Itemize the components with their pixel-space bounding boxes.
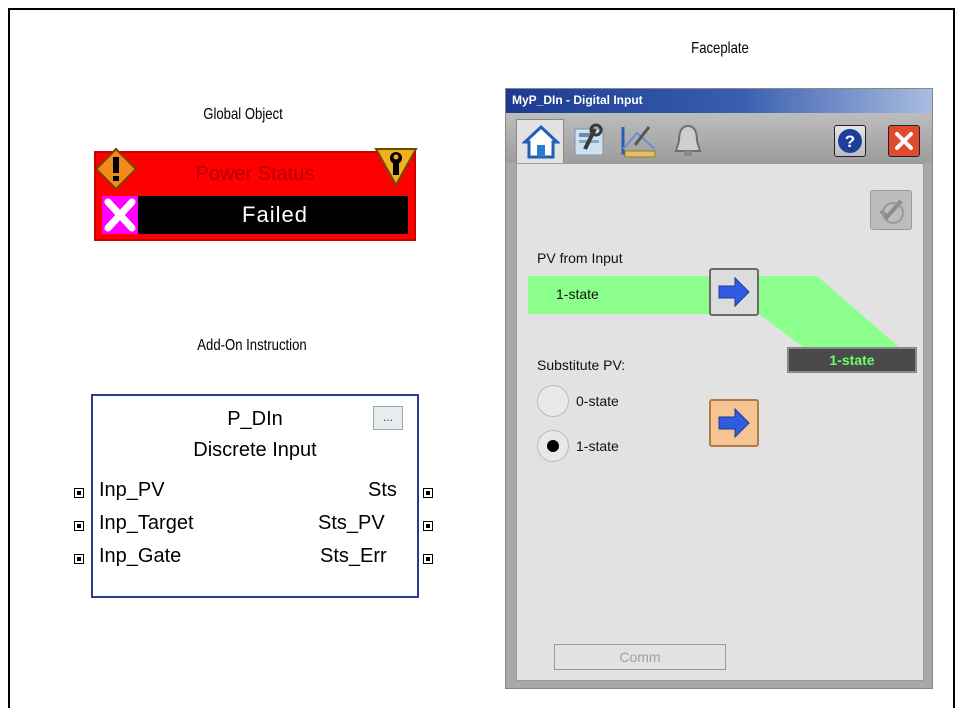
tab-engineering[interactable]: [619, 123, 657, 159]
arrow-right-icon: [718, 276, 750, 308]
aoi-input-pin[interactable]: Inp_Target: [99, 512, 194, 535]
aoi-output-pin[interactable]: Sts: [368, 479, 397, 502]
engineering-edit-icon: [621, 126, 656, 158]
tab-home[interactable]: [516, 119, 564, 165]
aoi-input-pin[interactable]: Inp_PV: [99, 479, 165, 502]
home-icon: [522, 124, 560, 159]
pv-input-bar: 1-state: [528, 276, 713, 314]
global-object-display[interactable]: Power Status Failed: [94, 147, 418, 241]
svg-text:?: ?: [845, 132, 855, 151]
failed-x-icon: [102, 196, 138, 234]
maintenance-wrench-icon: [374, 148, 418, 187]
radio-1-state[interactable]: [537, 430, 569, 462]
faceplate-title: MyP_DIn - Digital Input: [512, 93, 643, 107]
close-button[interactable]: [888, 125, 920, 157]
global-object-title: Power Status: [195, 163, 315, 185]
radio-0-state[interactable]: [537, 385, 569, 417]
arrow-right-icon: [718, 407, 750, 439]
global-object-value-field: Failed: [102, 196, 408, 234]
pv-input-value: 1-state: [556, 286, 599, 302]
hand-check-icon: [879, 199, 904, 224]
aoi-description: Discrete Input: [193, 439, 317, 461]
pin-marker-sts-pv: [423, 521, 433, 531]
help-icon: ?: [838, 129, 862, 153]
faceplate-toolbar: [506, 113, 932, 163]
pv-from-input-label: PV from Input: [537, 250, 623, 266]
pin-marker-inp-target: [74, 521, 84, 531]
pin-marker-sts: [423, 488, 433, 498]
alarm-bell-icon: [674, 124, 702, 156]
warning-diamond-icon: [94, 147, 138, 191]
help-button[interactable]: ?: [834, 125, 866, 157]
aoi-properties-button[interactable]: ...: [373, 406, 403, 430]
add-on-instruction-caption: Add-On Instruction: [197, 337, 307, 354]
comm-label: Comm: [619, 649, 661, 665]
aoi-input-pin[interactable]: Inp_Gate: [99, 545, 181, 568]
select-substitute-button[interactable]: [709, 399, 759, 447]
output-state-display: 1-state: [787, 347, 917, 373]
faceplate-titlebar: MyP_DIn - Digital Input: [506, 89, 932, 113]
aoi-name: P_DIn: [227, 408, 283, 430]
close-icon: [895, 132, 913, 150]
faceplate-window: MyP_DIn - Digital Input ? PV from Input …: [505, 88, 933, 689]
faceplate-caption: Faceplate: [691, 40, 749, 57]
aoi-output-pin[interactable]: Sts_PV: [318, 512, 385, 535]
radio-1-state-label: 1-state: [576, 438, 619, 454]
comm-status: Comm: [554, 644, 726, 670]
global-object-caption: Global Object: [203, 106, 283, 123]
pv-flow-path: [759, 276, 899, 347]
settings-wrench-icon: [574, 123, 604, 156]
select-input-button[interactable]: [709, 268, 759, 316]
pin-marker-sts-err: [423, 554, 433, 564]
tab-alarms[interactable]: [669, 123, 707, 159]
radio-0-state-label: 0-state: [576, 393, 619, 409]
aoi-output-pin[interactable]: Sts_Err: [320, 545, 387, 568]
reset-ack-button[interactable]: [870, 190, 912, 230]
pin-marker-inp-gate: [74, 554, 84, 564]
pin-marker-inp-pv: [74, 488, 84, 498]
output-state-value: 1-state: [829, 352, 875, 368]
substitute-pv-label: Substitute PV:: [537, 357, 626, 373]
global-object-value: Failed: [242, 202, 308, 227]
tab-maintenance[interactable]: [571, 123, 609, 159]
global-object-header: Power Status: [100, 157, 410, 193]
